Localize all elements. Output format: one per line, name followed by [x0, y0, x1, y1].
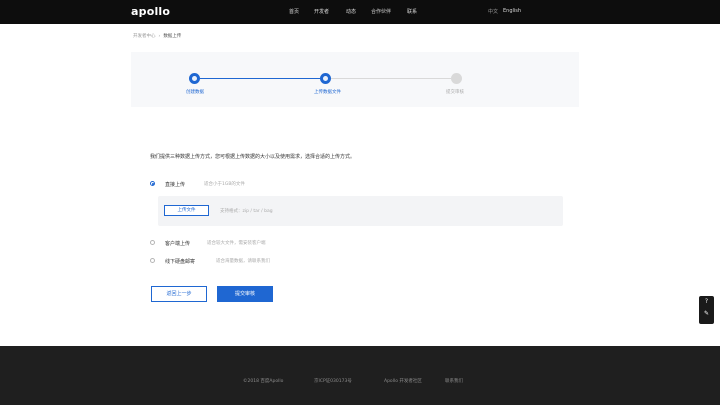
top-navigation-bar: apollo 首页 开发者 动态 合作伙伴 联系 中文 English — [0, 0, 720, 24]
offline-mail-hint: 适合海量数据，请联系我们 — [216, 259, 270, 264]
nav-item-news[interactable]: 动态 — [346, 8, 356, 15]
floating-help-widget: ? ✎ — [699, 296, 714, 324]
direct-upload-label[interactable]: 直接上传 — [165, 181, 185, 188]
direct-upload-hint: 适合小于1GB的文件 — [204, 182, 245, 187]
nav-item-developer[interactable]: 开发者 — [314, 8, 329, 15]
language-chinese-link[interactable]: 中文 — [488, 8, 498, 15]
upload-panel — [158, 196, 563, 226]
footer-contact-link[interactable]: 联系我们 — [445, 378, 463, 384]
upload-file-button[interactable]: 上传文件 — [164, 205, 209, 216]
footer-community-link[interactable]: Apollo 开发者社区 — [384, 378, 422, 384]
upload-method-description: 我们提供三种数据上传方式，您可根据上传数据的大小以及使用需求，选择合适的上传方式… — [150, 154, 356, 160]
step-connector-pending — [331, 78, 451, 79]
footer-copyright: ©2018 百度Apollo — [243, 379, 284, 384]
footer — [0, 346, 720, 405]
client-upload-radio[interactable] — [150, 240, 155, 245]
upload-format-hint: 支持格式：zip / tar / bag — [220, 209, 273, 214]
help-icon[interactable]: ? — [699, 296, 714, 308]
breadcrumb-parent-link[interactable]: 开发者中心 — [133, 34, 156, 39]
step-3-label: 提交审核 — [446, 90, 464, 95]
previous-step-button[interactable]: 返回上一步 — [151, 286, 207, 302]
nav-item-home[interactable]: 首页 — [289, 8, 299, 15]
client-upload-hint: 适合较大文件，需安装客户端 — [207, 241, 266, 246]
breadcrumb: 开发者中心 › 数据上传 — [133, 33, 181, 39]
nav-item-contact[interactable]: 联系 — [407, 8, 417, 15]
offline-mail-label[interactable]: 线下硬盘邮寄 — [165, 258, 195, 265]
step-2-dot-icon — [320, 73, 331, 84]
feedback-icon[interactable]: ✎ — [699, 308, 714, 320]
language-english-link[interactable]: English — [503, 8, 521, 14]
footer-icp-link[interactable]: 京ICP证030173号 — [314, 378, 352, 384]
step-2-label: 上传数据文件 — [314, 90, 341, 95]
submit-review-button[interactable]: 提交审核 — [217, 286, 273, 302]
direct-upload-radio[interactable] — [150, 181, 155, 186]
apollo-logo[interactable]: apollo — [131, 5, 170, 18]
client-upload-label[interactable]: 客户端上传 — [165, 240, 190, 247]
step-connector-done — [200, 78, 320, 79]
step-3-dot-icon — [451, 73, 462, 84]
breadcrumb-current: 数据上传 — [163, 34, 182, 39]
offline-mail-radio[interactable] — [150, 258, 155, 263]
nav-item-partners[interactable]: 合作伙伴 — [371, 8, 391, 15]
step-1-label: 创建数据 — [186, 90, 204, 95]
breadcrumb-separator-icon: › — [158, 34, 161, 39]
step-1-dot-icon — [189, 73, 200, 84]
